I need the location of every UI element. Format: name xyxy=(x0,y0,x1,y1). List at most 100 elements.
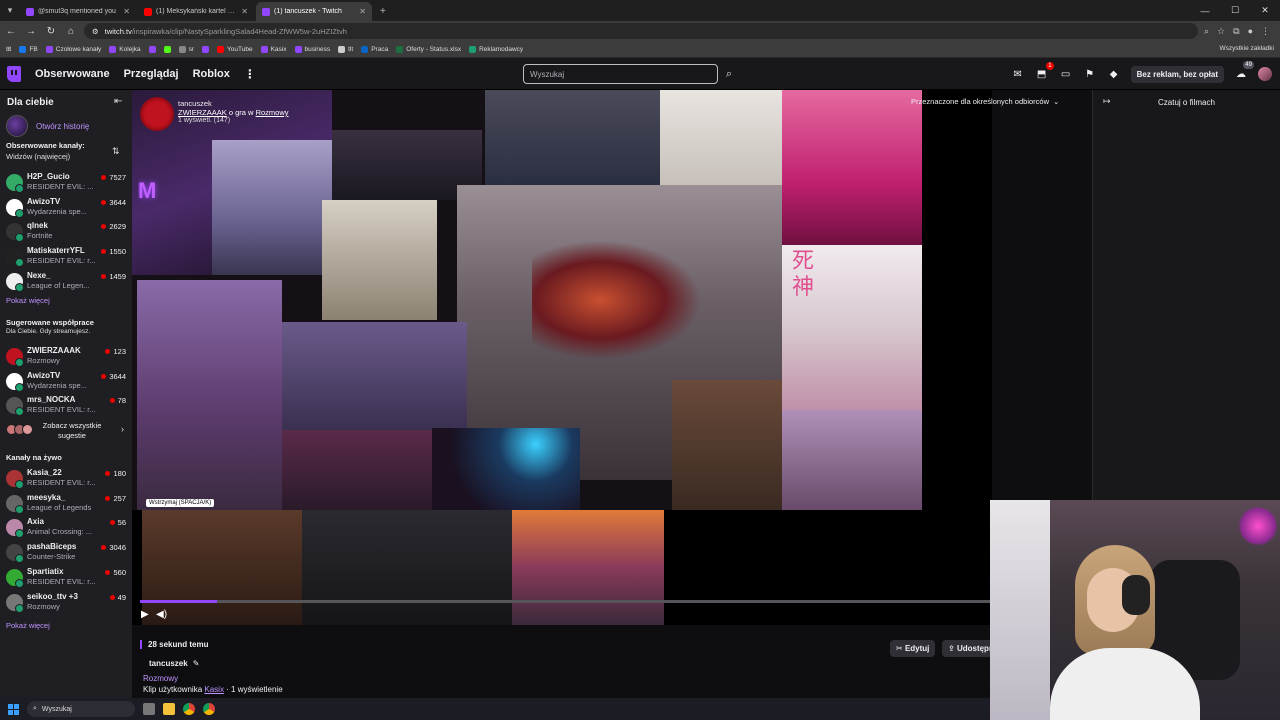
show-more-followed[interactable]: Pokaż więcej xyxy=(6,296,50,305)
task-view-icon[interactable] xyxy=(143,703,155,715)
taskbar-search[interactable]: ⌕ Wyszukaj xyxy=(27,701,135,717)
browser-tab[interactable]: (1) Meksykański kartel na Podl... ✕ xyxy=(138,2,254,21)
bookmark-item[interactable]: Praca xyxy=(361,45,388,53)
bookmark-item[interactable] xyxy=(202,45,210,53)
sidebar-channel[interactable]: MatiskaterrYFL RESIDENT EVIL: r... 1550 xyxy=(6,246,128,270)
zoom-icon[interactable]: ⌕ xyxy=(1204,26,1209,37)
user-avatar[interactable] xyxy=(1258,67,1272,81)
apps-icon[interactable]: ⊞ xyxy=(6,45,11,53)
clip-author-link[interactable]: Kasix xyxy=(204,685,224,694)
audience-dropdown[interactable]: Przeznaczone dla określonych odbiorców ⌄ xyxy=(911,97,1059,106)
reload-icon[interactable]: ↻ xyxy=(44,26,58,37)
forward-icon[interactable]: → xyxy=(24,26,38,37)
sidebar-channel[interactable]: Nexe_ League of Legen... 1459 xyxy=(6,271,128,295)
bookmark-star-icon[interactable]: ☆ xyxy=(1217,26,1225,37)
sidebar-channel[interactable]: AwizoTV Wydarzenia spe... 3644 xyxy=(6,371,128,395)
close-tab-icon[interactable]: ✕ xyxy=(123,7,130,16)
edit-button[interactable]: ✂ Edytuj xyxy=(890,640,936,657)
extensions-icon[interactable]: ⧉ xyxy=(1233,26,1239,37)
viewer-count: 49 xyxy=(109,593,126,602)
all-bookmarks[interactable]: Wszystkie zakładki xyxy=(1219,45,1274,52)
minimize-icon[interactable]: — xyxy=(1190,0,1220,21)
bookmark-item[interactable]: Kasix xyxy=(260,45,287,53)
notifications-icon[interactable]: ⬒ 1 xyxy=(1035,62,1054,81)
bookmark-item[interactable]: tlt xyxy=(338,45,353,53)
nav-roblox[interactable]: Roblox xyxy=(193,68,230,80)
url-field[interactable]: ⚙ twitch.tv/inspirawka/clip/NastySparkli… xyxy=(84,23,1198,39)
close-window-icon[interactable]: ✕ xyxy=(1250,0,1280,21)
whispers-icon[interactable]: ▭ xyxy=(1059,67,1073,81)
channel-logo[interactable] xyxy=(140,97,174,131)
clip-category-link[interactable]: Rozmowy xyxy=(256,108,289,117)
prime-crown-icon[interactable]: ☁ 49 xyxy=(1234,61,1254,81)
clip-streamer-link[interactable]: ZWIERZAAAK xyxy=(178,108,227,117)
sort-icon[interactable]: ⇅ xyxy=(112,146,120,157)
play-icon[interactable]: ▶ xyxy=(141,609,149,620)
browser-menu-icon[interactable]: ⋮ xyxy=(1261,26,1270,37)
nav-following[interactable]: Obserwowane xyxy=(35,68,110,80)
browser-toolbar-icons: ⌕ ☆ ⧉ ● ⋮ xyxy=(1204,26,1276,37)
search-input[interactable]: Wyszukaj xyxy=(523,64,718,84)
sidebar-channel[interactable]: AwizoTV Wydarzenia spe... 3644 xyxy=(6,197,128,221)
maximize-icon[interactable]: ☐ xyxy=(1220,0,1250,21)
nav-more-icon[interactable]: ⋮ xyxy=(244,67,256,81)
followed-title: Obserwowane kanały: xyxy=(6,141,85,150)
nav-browse[interactable]: Przeglądaj xyxy=(124,68,179,80)
collapse-sidebar-icon[interactable]: ⇤ xyxy=(114,96,122,107)
twitch-favicon-icon xyxy=(26,7,34,16)
seek-bar[interactable] xyxy=(140,600,990,603)
bits-icon[interactable]: ◆ xyxy=(1107,67,1121,81)
tab-search-icon[interactable]: ▾ xyxy=(0,0,20,21)
close-tab-icon[interactable]: ✕ xyxy=(359,7,366,16)
bookmark-item[interactable]: Czołowe kanały xyxy=(45,45,101,53)
search-icon[interactable]: ⌕ xyxy=(720,64,738,84)
home-icon[interactable]: ⌂ xyxy=(64,26,78,37)
inbox-icon[interactable]: ✉ xyxy=(1011,67,1025,81)
browser-tab-active[interactable]: (1) tancuszek - Twitch ✕ xyxy=(256,2,372,21)
sidebar-channel[interactable]: Spartiatix RESIDENT EVIL: r... 560 xyxy=(6,567,128,591)
viewer-count-value: 2629 xyxy=(109,222,126,232)
sidebar-channel[interactable]: Kasia_22 RESIDENT EVIL: r... 180 xyxy=(6,468,128,492)
volume-icon[interactable]: ◀) xyxy=(156,609,167,620)
viewer-count-value: 3644 xyxy=(109,371,126,381)
sidebar-channel[interactable]: H2P_Gucio RESIDENT EVIL: ... 7527 xyxy=(6,172,128,196)
back-icon[interactable]: ← xyxy=(4,26,18,37)
clip-channel-title[interactable]: tancuszek xyxy=(178,99,212,108)
profile-icon[interactable]: ● xyxy=(1248,26,1253,37)
new-tab-button[interactable]: + xyxy=(374,2,392,21)
chrome-profile-icon[interactable] xyxy=(203,703,215,715)
bookmark-item[interactable]: YouTube xyxy=(217,45,253,53)
windows-start-icon[interactable] xyxy=(8,703,19,715)
expand-panel-icon[interactable]: ↦ xyxy=(1103,96,1111,107)
file-explorer-icon[interactable] xyxy=(163,703,175,715)
see-all-suggestions[interactable]: Zobacz wszystkie sugestie › xyxy=(6,420,128,444)
sidebar-channel[interactable]: ZWIERZAAAK Rozmowy 123 xyxy=(6,346,128,370)
sidebar-channel[interactable]: Axia Animal Crossing: ... 56 xyxy=(6,517,128,541)
sidebar-channel[interactable]: seikoo_ttv +3 Rozmowy 49 xyxy=(6,592,128,616)
bookmark-item[interactable] xyxy=(163,45,171,53)
bookmark-item[interactable]: Reklamodawcy xyxy=(469,45,523,53)
sidebar-channel[interactable]: pashaBiceps Counter-Strike 3046 xyxy=(6,542,128,566)
clip-video-player[interactable]: M 死神 xyxy=(132,90,992,625)
twitch-logo-icon[interactable] xyxy=(7,65,21,82)
close-tab-icon[interactable]: ✕ xyxy=(241,7,248,16)
edit-title-pencil-icon[interactable]: ✎ xyxy=(193,659,200,668)
sidebar-channel[interactable]: qlnek Fortnite 2629 xyxy=(6,221,128,245)
browser-tab[interactable]: @smut3q mentioned you ✕ xyxy=(20,2,136,21)
site-info-icon[interactable]: ⚙ xyxy=(92,27,99,36)
bookmark-item[interactable]: sr xyxy=(178,45,194,53)
turbo-icon[interactable]: ⚑ xyxy=(1083,67,1097,81)
sidebar-channel[interactable]: meesyka_ League of Legends 257 xyxy=(6,493,128,517)
sidebar-channel[interactable]: mrs_NOCKA RESIDENT EVIL: r... 78 xyxy=(6,395,128,419)
ad-free-button[interactable]: Bez reklam, bez opłat xyxy=(1130,65,1224,83)
clip-category[interactable]: Rozmowy xyxy=(143,674,178,683)
bookmark-item[interactable]: Kolejka xyxy=(109,45,141,53)
bookmark-item[interactable] xyxy=(148,45,156,53)
bookmark-item[interactable]: FB xyxy=(19,45,38,53)
show-more-live[interactable]: Pokaż więcej xyxy=(6,621,50,630)
bookmark-item[interactable]: business xyxy=(294,45,330,53)
history-link[interactable]: Otwórz historię xyxy=(6,115,89,137)
channel-name: MatiskaterrYFL xyxy=(27,246,85,256)
chrome-icon[interactable] xyxy=(183,703,195,715)
bookmark-item[interactable]: Oferty - Status.xlsx xyxy=(396,45,461,53)
